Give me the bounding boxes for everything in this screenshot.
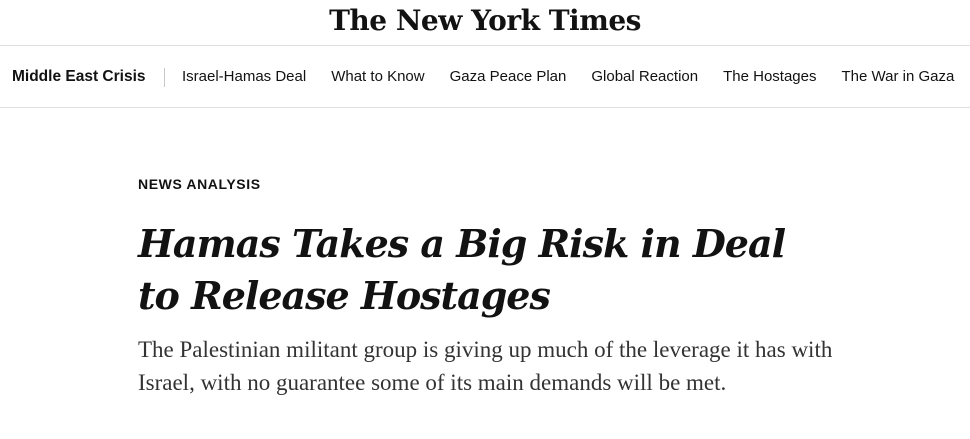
- subnav-link-the-war-in-gaza[interactable]: The War in Gaza: [841, 68, 954, 85]
- subnav-link-gaza-peace-plan[interactable]: Gaza Peace Plan: [450, 68, 567, 85]
- subnav-link-the-hostages[interactable]: The Hostages: [723, 68, 816, 85]
- subnav-link-what-to-know[interactable]: What to Know: [331, 68, 424, 85]
- section-subnav: Middle East Crisis Israel-Hamas Deal Wha…: [0, 46, 970, 108]
- article-kicker: NEWS ANALYSIS: [138, 176, 261, 192]
- article-headline: Hamas Takes a Big Risk in Deal to Releas…: [138, 221, 786, 318]
- subnav-links: Israel-Hamas Deal What to Know Gaza Peac…: [182, 68, 970, 85]
- nyt-logo[interactable]: The New York Times: [0, 2, 970, 40]
- subnav-link-israel-hamas-deal[interactable]: Israel-Hamas Deal: [182, 68, 306, 85]
- masthead: The New York Times: [0, 0, 970, 46]
- article-summary: The Palestinian militant group is giving…: [138, 337, 833, 395]
- section-divider: [164, 68, 165, 87]
- subnav-link-global-reaction[interactable]: Global Reaction: [591, 68, 698, 85]
- section-title-link[interactable]: Middle East Crisis: [12, 68, 146, 86]
